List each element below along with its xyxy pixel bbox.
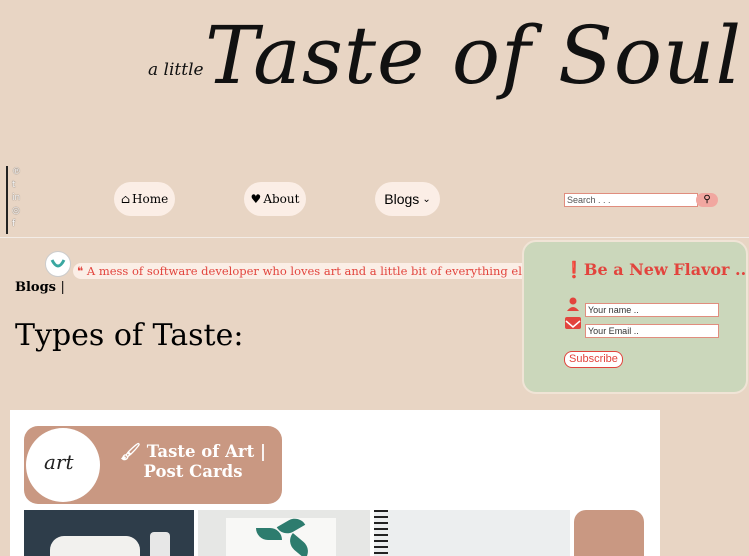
next-category-card[interactable] <box>574 510 644 556</box>
nav-home-label: Home <box>132 192 169 206</box>
category-title[interactable]: 🖌 Taste of Art | Post Cards <box>108 442 278 482</box>
search-input[interactable] <box>564 193 698 207</box>
nav-blogs-dropdown[interactable]: Blogs ⌄ <box>375 182 440 216</box>
pinterest-icon[interactable]: ℗ <box>8 166 22 179</box>
name-field[interactable] <box>585 303 719 317</box>
site-tagline: ❝ A mess of software developer who loves… <box>73 263 553 279</box>
nav-blogs-label: Blogs <box>384 191 420 207</box>
post-thumbnail[interactable] <box>374 510 570 556</box>
category-avatar: art <box>26 428 100 502</box>
nav-about-label: About <box>263 192 300 206</box>
quote-open-icon: ❝ <box>77 264 84 278</box>
nav-home-button[interactable]: ⌂ Home <box>114 182 175 216</box>
instagram-icon[interactable]: ◎ <box>8 205 22 218</box>
notebook-spiral <box>374 510 388 556</box>
category-title-text: Taste of Art | Post Cards <box>143 442 266 481</box>
chevron-down-icon: ⌄ <box>422 193 431 205</box>
breadcrumb-separator: | <box>60 280 65 295</box>
post-thumbnail[interactable] <box>24 510 194 556</box>
envelope-icon <box>565 317 581 329</box>
site-logo[interactable]: a little Taste of Soul <box>0 0 749 160</box>
social-links: ℗ t in ◎ f <box>6 166 22 234</box>
header-divider <box>0 237 749 238</box>
linkedin-icon[interactable]: in <box>8 192 22 205</box>
pin-icon: ❗ <box>564 260 584 279</box>
home-icon: ⌂ <box>120 192 130 206</box>
subscribe-button[interactable]: Subscribe <box>564 351 623 368</box>
cup-shape <box>50 536 140 556</box>
subscribe-title-text: Be a New Flavor .. <box>583 260 747 279</box>
search-button[interactable]: ⚲ <box>696 193 718 207</box>
logo-big-text: Taste of Soul <box>205 9 743 102</box>
bottle-shape <box>150 532 170 556</box>
search-icon: ⚲ <box>703 194 711 205</box>
subscribe-title: ❗Be a New Flavor .. <box>564 260 746 279</box>
post-thumbnail[interactable] <box>198 510 370 556</box>
logo-small-text: a little <box>148 60 204 80</box>
tumblr-icon[interactable]: t <box>8 179 22 192</box>
breadcrumb-blogs[interactable]: Blogs <box>15 280 56 295</box>
paintbrush-icon: 🖌 <box>120 442 141 461</box>
heart-icon: ♥ <box>250 192 262 206</box>
tagline-text: A mess of software developer who loves a… <box>86 264 539 278</box>
email-field[interactable] <box>585 324 719 338</box>
nav-about-button[interactable]: ♥ About <box>244 182 306 216</box>
facebook-icon[interactable]: f <box>8 218 22 231</box>
breadcrumb: Blogs | <box>15 280 65 295</box>
page-title: Types of Taste: <box>15 318 244 353</box>
user-icon <box>566 296 580 311</box>
category-avatar-text: art <box>44 450 74 474</box>
author-avatar <box>45 251 71 277</box>
